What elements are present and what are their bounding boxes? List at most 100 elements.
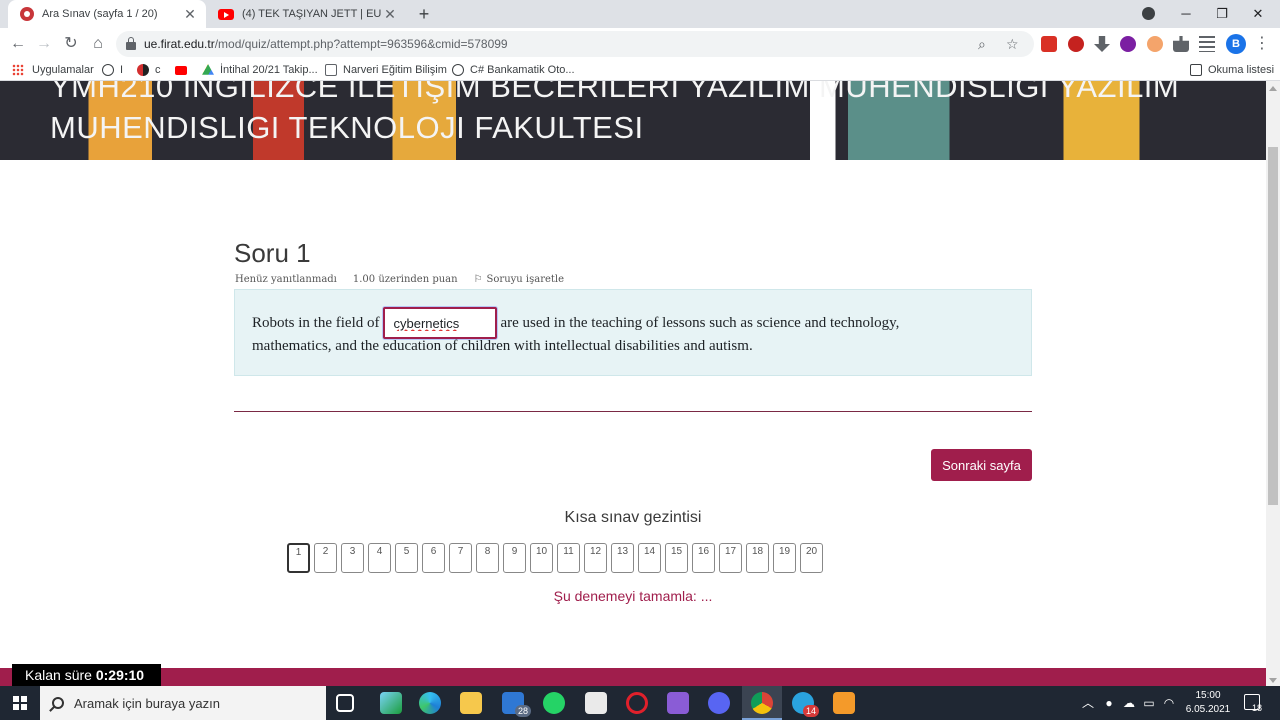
quiz-nav-page-8[interactable]: 8 (476, 543, 499, 573)
opera-icon[interactable] (626, 692, 648, 714)
quiz-nav-page-16[interactable]: 16 (692, 543, 715, 573)
quiz-nav-page-6[interactable]: 6 (422, 543, 445, 573)
close-icon[interactable]: ✕ (382, 6, 398, 23)
back-arrow-icon[interactable]: ← (6, 32, 30, 56)
question-text-before: Robots in the field of (252, 314, 380, 331)
edge-icon[interactable] (419, 692, 441, 714)
bookmark-item[interactable]: İntihal 20/21 Takip... (202, 62, 318, 78)
quiz-nav-page-13[interactable]: 13 (611, 543, 634, 573)
bookmark-label: Uygulamalar (32, 64, 94, 76)
app-orange-icon[interactable] (833, 692, 855, 714)
site-icon (137, 64, 149, 76)
windows-logo-icon (13, 696, 27, 710)
taskbar-clock[interactable]: 15:00 6.05.2021 (1178, 689, 1238, 717)
wifi-icon[interactable]: ◠ (1160, 686, 1178, 720)
quiz-nav-page-9[interactable]: 9 (503, 543, 526, 573)
tab-youtube[interactable]: (4) TEK TAŞIYAN JETT | EU RADIANT ✕ (206, 0, 406, 28)
tab-search-icon[interactable] (1130, 0, 1166, 28)
zoom-icon[interactable]: ⌕ (978, 31, 986, 57)
close-icon[interactable]: ✕ (182, 6, 198, 23)
question-heading: Soru 1 (234, 238, 311, 268)
quiz-nav-page-4[interactable]: 4 (368, 543, 391, 573)
extension-badge-icon[interactable] (1068, 36, 1084, 52)
flag-icon: ⚐ (473, 274, 483, 285)
quiz-nav-page-14[interactable]: 14 (638, 543, 661, 573)
google-drive-icon (202, 64, 214, 75)
bookmark-item[interactable]: I (102, 62, 123, 78)
flag-question-link[interactable]: ⚐ Soruyu işaretle (474, 274, 564, 285)
flag-label: Soruyu işaretle (486, 274, 565, 285)
scroll-up-arrow-icon[interactable] (1269, 86, 1277, 91)
apps-grid-icon (12, 64, 24, 76)
next-page-button[interactable]: Sonraki sayfa (931, 449, 1032, 481)
tab-quiz[interactable]: Ara Sınav (sayfa 1 / 20) ✕ (8, 0, 206, 28)
profile-avatar[interactable]: B (1226, 34, 1246, 54)
scroll-down-arrow-icon[interactable] (1269, 678, 1277, 683)
reload-icon[interactable]: ↻ (59, 32, 83, 56)
discord-icon[interactable] (708, 692, 730, 714)
bookmark-label: c (155, 64, 161, 76)
bookmark-item[interactable]: Narveri Eğitim Bilişim (325, 62, 447, 78)
bookmark-label: İntihal 20/21 Takip... (220, 64, 318, 76)
quiz-nav-page-5[interactable]: 5 (395, 543, 418, 573)
scroll-thumb[interactable] (1268, 147, 1278, 505)
page-scrollbar[interactable] (1266, 81, 1280, 686)
bookmark-item[interactable]: C# Bankamatik Oto... (452, 62, 575, 78)
quiz-nav-page-12[interactable]: 12 (584, 543, 607, 573)
quiz-nav-page-1[interactable]: 1 (287, 543, 310, 573)
home-icon[interactable]: ⌂ (86, 32, 110, 56)
maximize-button[interactable]: ❐ (1204, 0, 1240, 28)
snipping-tool-icon[interactable] (380, 692, 402, 714)
address-bar[interactable]: ue.firat.edu.tr/mod/quiz/attempt.php?att… (116, 31, 1034, 57)
forward-arrow-icon[interactable]: → (32, 32, 56, 56)
bookmark-star-icon[interactable]: ☆ (1006, 31, 1019, 57)
tray-expand-icon[interactable]: ︿ (1080, 686, 1096, 720)
bookmark-item[interactable]: c (137, 62, 161, 78)
lock-icon (126, 36, 136, 50)
visual-studio-icon[interactable] (667, 692, 689, 714)
quiz-nav-page-20[interactable]: 20 (800, 543, 823, 573)
youtube-icon (218, 8, 234, 20)
window-close-button[interactable]: ✕ (1240, 0, 1276, 28)
question-info: Henüz yanıtlanmadı 1.00 üzerinden puan ⚐… (235, 274, 564, 285)
menu-dots-icon[interactable]: ⋮ (1250, 32, 1274, 56)
onedrive-icon[interactable]: ☁ (1120, 686, 1138, 720)
reading-list-icon (1190, 64, 1202, 76)
file-explorer-icon[interactable] (460, 692, 482, 714)
quiz-nav-page-18[interactable]: 18 (746, 543, 769, 573)
start-button[interactable] (0, 686, 40, 720)
extension-honey-icon[interactable] (1147, 36, 1163, 52)
taskbar-search-placeholder: Aramak için buraya yazın (74, 695, 220, 711)
history-icon (102, 64, 114, 76)
task-view-icon[interactable] (336, 694, 354, 712)
quiz-nav-page-17[interactable]: 17 (719, 543, 742, 573)
moodle-icon (20, 7, 34, 21)
quiz-nav-page-15[interactable]: 15 (665, 543, 688, 573)
media-control-icon[interactable] (1199, 36, 1215, 52)
extension-vpn-icon[interactable] (1120, 36, 1136, 52)
tab-title: (4) TEK TAŞIYAN JETT | EU RADIANT (242, 8, 382, 20)
bookmark-item[interactable] (175, 62, 193, 78)
quiz-nav-page-3[interactable]: 3 (341, 543, 364, 573)
question-line-1: Robots in the field of are used in the t… (252, 307, 899, 339)
quiz-nav-page-2[interactable]: 2 (314, 543, 337, 573)
timer-label: Kalan süre (25, 667, 92, 683)
quiz-nav-page-19[interactable]: 19 (773, 543, 796, 573)
quiz-nav-page-11[interactable]: 11 (557, 543, 580, 573)
quiz-nav-page-7[interactable]: 7 (449, 543, 472, 573)
extension-video-icon[interactable] (1041, 36, 1057, 52)
taskbar-search[interactable]: Aramak için buraya yazın (40, 686, 326, 720)
question-line-2: mathematics, and the education of childr… (252, 338, 753, 354)
battery-icon[interactable]: ▭ (1140, 686, 1158, 720)
answer-input[interactable] (382, 307, 497, 339)
finish-attempt-link[interactable]: Şu denemeyi tamamla: ... (0, 588, 1266, 604)
quiz-nav-page-10[interactable]: 10 (530, 543, 553, 573)
whatsapp-icon[interactable] (543, 692, 565, 714)
minimize-button[interactable]: ─ (1168, 0, 1204, 28)
new-tab-button[interactable]: + (414, 4, 434, 24)
steam-icon[interactable]: ● (1100, 686, 1118, 720)
store-icon[interactable] (585, 692, 607, 714)
bookmark-apps[interactable]: Uygulamalar (12, 62, 94, 78)
reading-list[interactable]: Okuma listesi (1190, 62, 1274, 78)
chrome-icon[interactable] (751, 692, 773, 714)
